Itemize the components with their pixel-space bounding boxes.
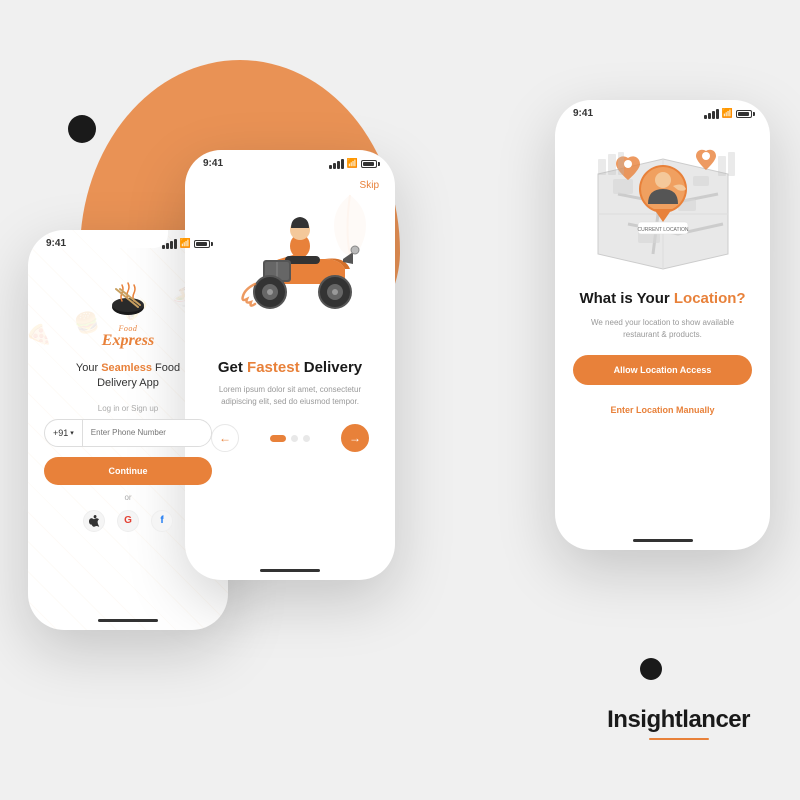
fastest-highlight: Fastest: [247, 359, 300, 376]
phone-input-row[interactable]: +91 ▾: [44, 419, 212, 447]
location-title: What is Your Location?: [573, 289, 752, 309]
status-icons-2: 📶: [329, 158, 377, 169]
home-bar-2: [260, 569, 320, 572]
brand-label: Insightlancer: [607, 706, 750, 741]
brand-underline: [649, 738, 709, 741]
country-code: +91 ▾: [45, 420, 83, 446]
status-time-2: 9:41: [203, 158, 223, 169]
tagline-highlight: Seamless: [101, 362, 152, 374]
phone-notch-3: [623, 100, 703, 118]
allow-location-button[interactable]: Allow Location Access: [573, 355, 752, 385]
status-time-3: 9:41: [573, 108, 593, 119]
battery-icon: [194, 240, 210, 248]
dot-3: [303, 435, 310, 442]
wifi-icon: 📶: [180, 238, 191, 249]
scooter-icon: [215, 204, 365, 334]
delivery-title: Get Fastest Delivery: [203, 359, 377, 376]
phone-number-input[interactable]: [83, 420, 211, 446]
delivery-description: Lorem ipsum dolor sit amet, consectetur …: [203, 384, 377, 408]
wifi-icon-2: 📶: [347, 158, 358, 169]
brand-name: Insightlancer: [607, 706, 750, 734]
country-code-text: +91: [53, 428, 68, 438]
phones-container: 9:41 📶: [0, 0, 800, 800]
dot-2: [291, 435, 298, 442]
app-name-express: Express: [102, 333, 154, 349]
signal-icon-3: [704, 109, 719, 119]
status-time-1: 9:41: [46, 238, 66, 249]
apple-icon: [88, 515, 100, 527]
app-name: Food Express: [102, 323, 154, 349]
location-illustration: CURRENT LOCATION: [555, 129, 770, 289]
location-description: We need your location to show available …: [573, 317, 752, 341]
phone-notch: [88, 230, 168, 248]
continue-button[interactable]: Continue: [44, 457, 212, 485]
logo-area: Food Express: [102, 279, 154, 349]
battery-icon-3: [736, 110, 752, 118]
dot-1: [270, 435, 286, 442]
home-bar-3: [633, 539, 693, 542]
location-highlight: Location?: [674, 290, 746, 307]
tagline: Your Seamless FoodDelivery App: [76, 361, 180, 392]
phone-notch-2: [250, 150, 330, 168]
next-button[interactable]: →: [341, 424, 369, 452]
signal-icon-2: [329, 159, 344, 169]
battery-icon-2: [361, 160, 377, 168]
svg-text:CURRENT LOCATION: CURRENT LOCATION: [637, 227, 688, 233]
facebook-signin-button[interactable]: f: [151, 510, 173, 532]
delivery-title-part2: Delivery: [300, 359, 363, 376]
chevron-down-icon: ▾: [70, 429, 74, 437]
apple-signin-button[interactable]: [83, 510, 105, 532]
phone3-content: What is Your Location? We need your loca…: [555, 289, 770, 425]
phone1-content: Food Express Your Seamless FoodDelivery …: [28, 249, 228, 532]
social-icons: G f: [83, 510, 173, 532]
wifi-icon-3: 📶: [722, 108, 733, 119]
skip-button[interactable]: Skip: [360, 180, 379, 191]
login-label: Log in or Sign up: [98, 404, 159, 413]
logo-bowl-icon: [106, 279, 150, 323]
enter-location-manually-button[interactable]: Enter Location Manually: [573, 395, 752, 425]
page-dots: [270, 435, 310, 442]
map-icon: CURRENT LOCATION: [578, 134, 748, 284]
phone-location: 9:41 📶: [555, 100, 770, 550]
location-title-part1: What is Your: [579, 290, 673, 307]
status-icons-3: 📶: [704, 108, 752, 119]
or-divider: or: [124, 493, 131, 502]
google-signin-button[interactable]: G: [117, 510, 139, 532]
nav-row: ← →: [203, 424, 377, 452]
home-bar-1: [98, 619, 158, 622]
status-icons-1: 📶: [162, 238, 210, 249]
